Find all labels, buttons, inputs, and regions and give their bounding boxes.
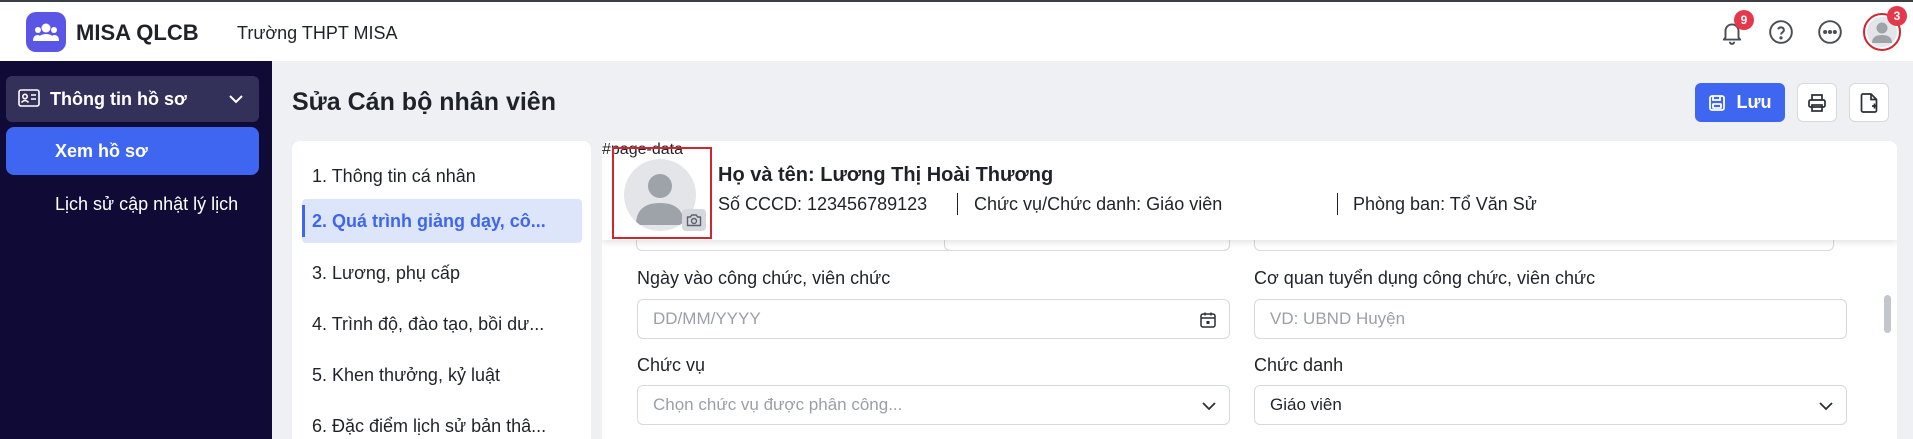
user-avatar-button[interactable]: 3: [1863, 6, 1907, 51]
agency-input[interactable]: VD: UBND Huyện: [1254, 299, 1847, 339]
chuc-vu-select[interactable]: Chọn chức vụ được phân công...: [637, 385, 1230, 425]
start-date-input[interactable]: DD/MM/YYYY: [637, 299, 1230, 339]
app-name: MISA QLCB: [76, 20, 199, 45]
save-icon: [1709, 94, 1726, 111]
people-icon: [33, 23, 59, 41]
notification-badge: 9: [1734, 10, 1754, 30]
start-date-placeholder: DD/MM/YYYY: [653, 309, 761, 328]
help-button[interactable]: [1765, 16, 1797, 48]
id-card-icon: [18, 89, 40, 107]
nav-item-teaching-history[interactable]: 2. Quá trình giảng dạy, cô...: [302, 199, 582, 243]
avatar-upload[interactable]: [612, 147, 712, 239]
top-bar: MISA QLCB Trường THPT MISA 9 3: [0, 0, 1913, 61]
scrollbar[interactable]: [1883, 241, 1891, 439]
file-export-icon: [1860, 92, 1878, 113]
agency-placeholder: VD: UBND Huyện: [1270, 309, 1406, 328]
divider: [1337, 193, 1338, 215]
printer-icon: [1808, 93, 1826, 112]
notification-button[interactable]: 9: [1716, 10, 1754, 48]
divider: [957, 193, 958, 215]
sidebar: Thông tin hồ sơ Xem hồ sơ Lịch sử cập nh…: [0, 61, 272, 439]
profile-header: Họ và tên: Lương Thị Hoài Thương Số CCCD…: [602, 141, 1897, 240]
sidebar-item-view-profile[interactable]: Xem hồ sơ: [6, 127, 259, 175]
calendar-icon[interactable]: [1199, 311, 1217, 329]
chevron-down-icon: [229, 95, 243, 104]
employee-position: Chức vụ/Chức danh: Giáo viên: [974, 194, 1223, 214]
camera-icon: [686, 214, 702, 227]
employee-cccd: Số CCCD: 123456789123: [718, 194, 928, 214]
chuc-danh-value: Giáo viên: [1270, 395, 1342, 414]
nav-item-salary[interactable]: 3. Lương, phụ cấp: [302, 251, 582, 295]
app-logo[interactable]: [26, 12, 66, 52]
chevron-down-icon: [1819, 402, 1833, 411]
chuc-vu-placeholder: Chọn chức vụ được phân công...: [653, 395, 903, 414]
sidebar-group-label: Thông tin hồ sơ: [50, 89, 187, 109]
help-icon: [1769, 20, 1793, 44]
agency-label: Cơ quan tuyển dụng công chức, viên chức: [1254, 268, 1596, 288]
nav-item-education[interactable]: 4. Trình độ, đào tạo, bồi dư...: [302, 302, 582, 346]
chuc-danh-label: Chức danh: [1254, 355, 1344, 375]
chevron-down-icon: [1202, 402, 1216, 411]
section-nav: 1. Thông tin cá nhân 2. Quá trình giảng …: [292, 141, 591, 439]
more-icon: [1818, 20, 1842, 44]
nav-item-personal-history[interactable]: 6. Đặc điểm lịch sử bản thâ...: [302, 404, 582, 439]
print-button[interactable]: [1797, 83, 1837, 122]
chuc-vu-label: Chức vụ: [637, 355, 706, 375]
more-button[interactable]: [1814, 16, 1846, 48]
sidebar-group-profile-info[interactable]: Thông tin hồ sơ: [6, 76, 259, 122]
page-title: Sửa Cán bộ nhân viên: [292, 88, 556, 116]
export-file-button[interactable]: [1849, 83, 1889, 122]
save-button[interactable]: Lưu: [1695, 83, 1785, 122]
nav-item-rewards[interactable]: 5. Khen thưởng, kỷ luật: [302, 353, 582, 397]
save-label: Lưu: [1736, 92, 1772, 112]
school-name[interactable]: Trường THPT MISA: [237, 23, 398, 44]
sidebar-item-update-history[interactable]: Lịch sử cập nhật lý lịch: [55, 194, 238, 215]
camera-button[interactable]: [682, 209, 706, 231]
profile-badge: 3: [1887, 6, 1907, 26]
start-date-label: Ngày vào công chức, viên chức: [637, 268, 891, 288]
employee-name: Họ và tên: Lương Thị Hoài Thương: [718, 164, 1054, 186]
chuc-danh-select[interactable]: Giáo viên: [1254, 385, 1847, 425]
employee-department: Phòng ban: Tổ Văn Sử: [1353, 194, 1537, 214]
scrollbar-thumb[interactable]: [1884, 295, 1891, 333]
form-panel: Họ và tên: Lương Thị Hoài Thương Số CCCD…: [602, 141, 1897, 439]
nav-item-personal-info[interactable]: 1. Thông tin cá nhân: [302, 154, 582, 198]
sidebar-item-label: Xem hồ sơ: [55, 141, 148, 161]
